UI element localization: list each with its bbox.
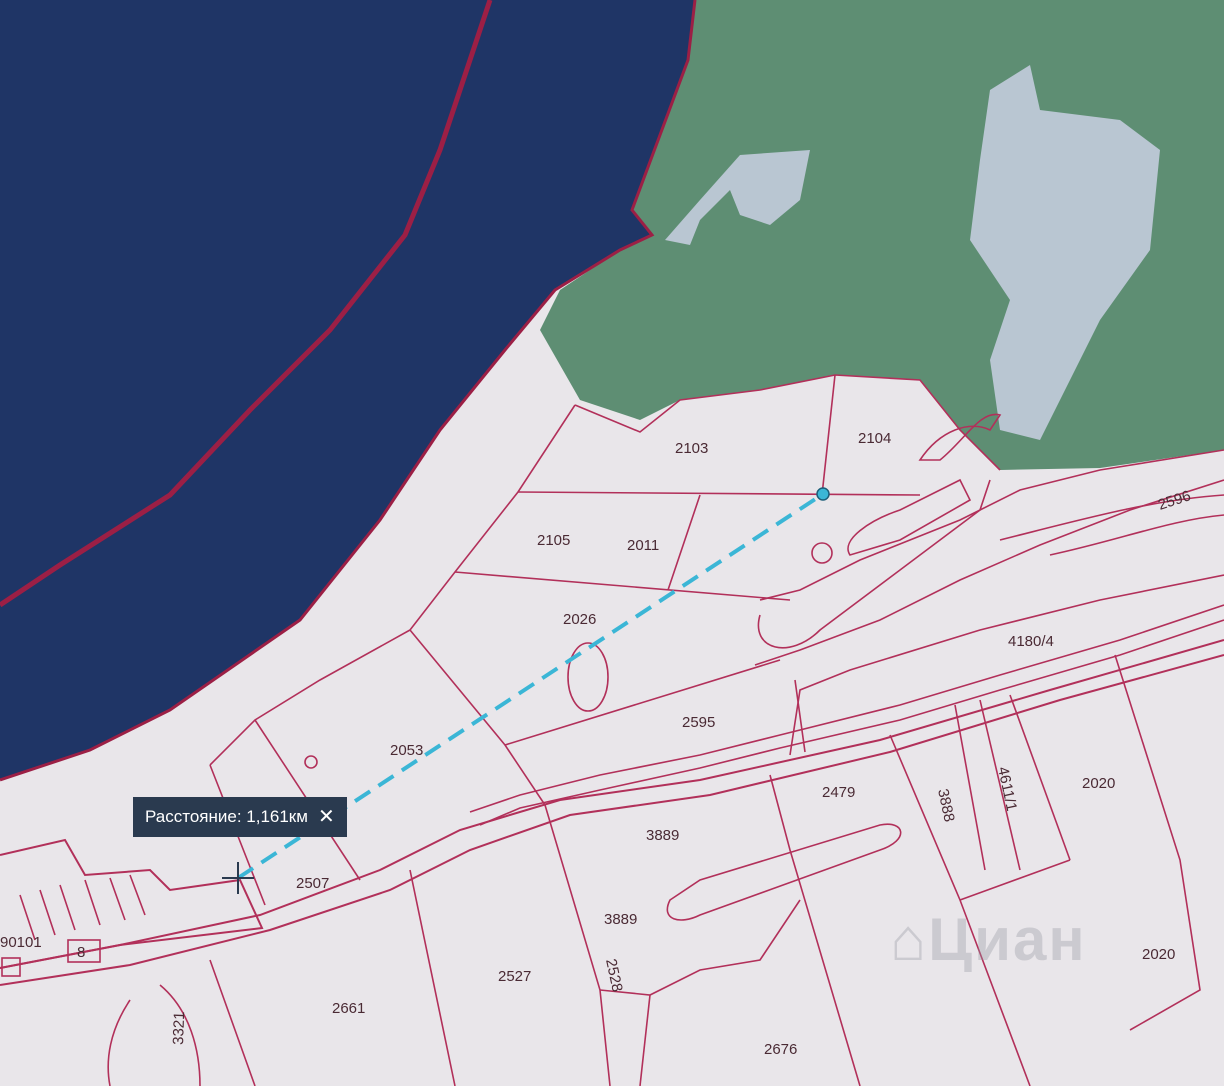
- parcel-label: 2011: [627, 537, 659, 554]
- parcel-label: 3889: [604, 911, 637, 928]
- watermark-brand: Циан: [928, 906, 1087, 973]
- close-icon[interactable]: ✕: [318, 807, 335, 827]
- parcel-label: 2527: [498, 968, 531, 985]
- parcel-label: 2026: [563, 611, 596, 628]
- parcel-label: 2479: [822, 784, 855, 801]
- parcel-label: 2103: [675, 440, 708, 457]
- parcel-label: 2661: [332, 1000, 365, 1017]
- parcel-label: 2020: [1142, 946, 1175, 963]
- measure-end-point[interactable]: [816, 487, 830, 501]
- parcel-label: 8: [77, 944, 85, 961]
- parcel-label: 2595: [682, 714, 715, 731]
- parcel-label: 3889: [646, 827, 679, 844]
- parcel-label: 2053: [390, 742, 423, 759]
- parcel-label: 3321: [170, 1011, 188, 1045]
- parcel-label: 90101: [0, 934, 42, 951]
- parcel-label: 2507: [296, 875, 329, 892]
- cadastral-map[interactable]: 2103 2104 2105 2011 2026 2596 4180/4 259…: [0, 0, 1224, 1086]
- watermark: ⌂Циан: [890, 905, 1087, 974]
- parcel-label: 2105: [537, 532, 570, 549]
- parcel-label: 2676: [764, 1041, 797, 1058]
- parcel-label: 2020: [1082, 775, 1115, 792]
- parcel-label: 4180/4: [1008, 633, 1054, 650]
- distance-label: Расстояние: 1,161км: [145, 807, 308, 826]
- parcel-label: 2104: [858, 430, 891, 447]
- distance-tooltip: Расстояние: 1,161км ✕: [133, 797, 347, 837]
- cian-logo-icon: ⌂: [890, 906, 929, 973]
